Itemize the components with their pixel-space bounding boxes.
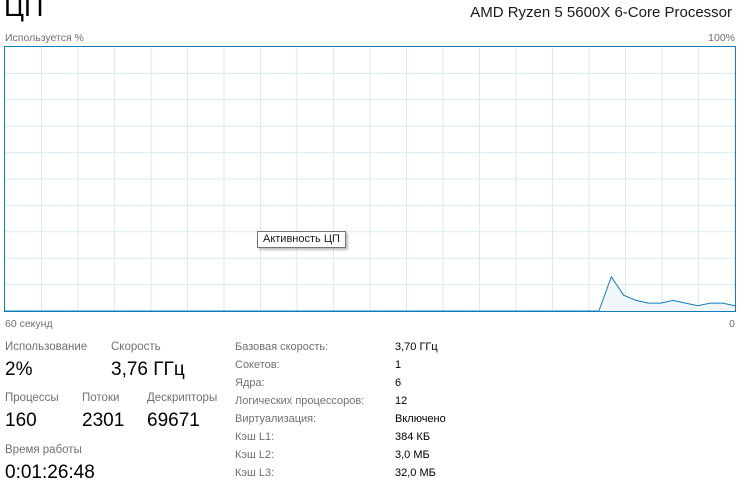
handles-label: Дескрипторы bbox=[147, 392, 218, 404]
spec-label-virtualization: Виртуализация: bbox=[235, 413, 317, 425]
spec-label-logical-processors: Логических процессоров: bbox=[235, 395, 365, 407]
usage-value: 2% bbox=[5, 359, 33, 380]
page-title: ЦП bbox=[4, 0, 44, 22]
cpu-activity-tooltip: Активность ЦП bbox=[257, 231, 346, 248]
spec-label-l1-cache: Кэш L1: bbox=[235, 431, 275, 443]
spec-value-l1-cache: 384 КБ bbox=[395, 431, 431, 443]
spec-label-l2-cache: Кэш L2: bbox=[235, 449, 275, 461]
max-scale-label: 100% bbox=[708, 32, 735, 44]
spec-value-l2-cache: 3,0 МБ bbox=[395, 449, 430, 461]
cpu-model-name: AMD Ryzen 5 5600X 6-Core Processor bbox=[470, 4, 732, 21]
spec-value-virtualization: Включено bbox=[395, 413, 446, 425]
speed-label: Скорость bbox=[111, 341, 161, 353]
uptime-value: 0:01:26:48 bbox=[5, 462, 95, 483]
min-scale-label: 0 bbox=[729, 318, 735, 330]
spec-value-cores: 6 bbox=[395, 377, 402, 389]
processes-value: 160 bbox=[5, 410, 37, 431]
threads-value: 2301 bbox=[82, 410, 125, 431]
usage-label: Использование bbox=[5, 341, 88, 353]
time-span-label: 60 секунд bbox=[5, 318, 53, 330]
spec-value-base-speed: 3,70 ГГц bbox=[395, 341, 438, 353]
threads-label: Потоки bbox=[82, 392, 120, 404]
spec-value-l3-cache: 32,0 МБ bbox=[395, 467, 436, 479]
cpu-utilization-chart bbox=[5, 47, 735, 311]
cpu-utilization-graph[interactable] bbox=[4, 46, 736, 312]
spec-value-sockets: 1 bbox=[395, 359, 402, 371]
uptime-label: Время работы bbox=[5, 444, 82, 456]
processes-label: Процессы bbox=[5, 392, 59, 404]
handles-value: 69671 bbox=[147, 410, 200, 431]
utilization-axis-label: Используется % bbox=[5, 32, 84, 44]
spec-label-cores: Ядра: bbox=[235, 377, 265, 389]
spec-label-l3-cache: Кэш L3: bbox=[235, 467, 275, 479]
spec-label-base-speed: Базовая скорость: bbox=[235, 341, 329, 353]
spec-value-logical-processors: 12 bbox=[395, 395, 408, 407]
speed-value: 3,76 ГГц bbox=[111, 359, 185, 380]
spec-label-sockets: Сокетов: bbox=[235, 359, 280, 371]
